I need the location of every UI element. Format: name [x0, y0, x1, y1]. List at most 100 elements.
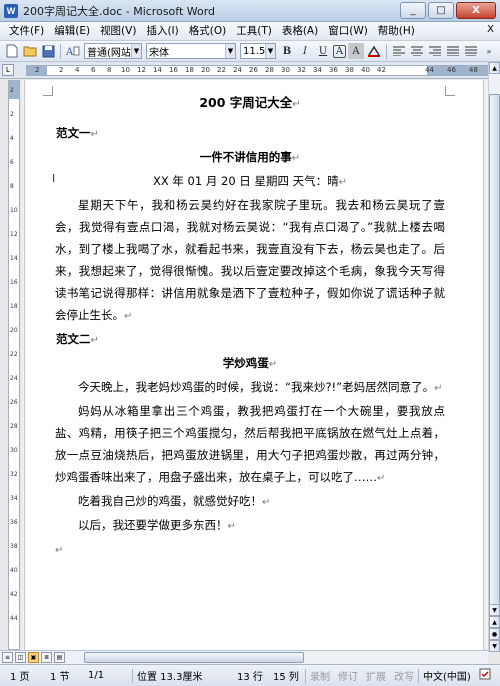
menu-window[interactable]: 窗口(W) [323, 23, 373, 40]
ruler-label: 42 [10, 591, 18, 598]
scroll-up-button[interactable]: ▲ [489, 62, 500, 74]
font-size-dropdown[interactable]: 11.5 ▼ [240, 43, 276, 59]
paragraph-mark: ↵ [90, 335, 99, 346]
section-heading: 范文一↵ [56, 126, 99, 140]
outline-view-icon[interactable]: ≣ [41, 652, 52, 663]
horizontal-scroll-thumb[interactable] [84, 652, 304, 663]
horizontal-scrollbar[interactable] [70, 652, 486, 663]
ruler-label: 4 [10, 135, 14, 142]
ruler-label: 8 [10, 183, 14, 190]
justify-icon[interactable] [445, 43, 461, 59]
menu-help[interactable]: 帮助(H) [373, 23, 420, 40]
menu-view[interactable]: 视图(V) [95, 23, 141, 40]
font-dropdown[interactable]: 宋体 ▼ [146, 43, 236, 59]
menu-format[interactable]: 格式(O) [184, 23, 231, 40]
horizontal-ruler[interactable]: 2 2 4 6 8 10 12 14 16 18 20 22 24 26 28 … [26, 65, 488, 76]
toolbar-options-icon[interactable]: » [481, 43, 497, 59]
crop-mark [445, 86, 455, 96]
menu-insert[interactable]: 插入(I) [141, 23, 183, 40]
vertical-scrollbar[interactable]: ▲ ▼ ▲ ● ▼ [488, 62, 500, 652]
ruler-label: 40 [10, 567, 18, 574]
align-left-icon[interactable] [391, 43, 407, 59]
ruler-label: 38 [345, 66, 354, 74]
browse-object-button[interactable]: ● [489, 628, 500, 640]
ruler-label: 24 [233, 66, 242, 74]
status-overtype[interactable]: 改写 [390, 668, 418, 683]
body-paragraph: 吃着我自己炒的鸡蛋，就感觉好吃！↵ [78, 494, 271, 508]
new-document-icon[interactable] [4, 43, 20, 59]
status-language: 中文(中国) [423, 672, 471, 683]
document-page[interactable]: 200 字周记大全↵ 范文一↵ 一件不讲信用的事↵ XX 年 01 月 20 日… [24, 80, 484, 650]
normal-view-icon[interactable]: ≡ [2, 652, 13, 663]
print-layout-view-icon[interactable]: ▣ [28, 652, 39, 663]
word-app-icon[interactable]: W [4, 3, 18, 18]
status-track-changes[interactable]: 修订 [334, 668, 362, 683]
ruler-label: 22 [217, 66, 226, 74]
char-border-button[interactable]: A [333, 44, 346, 58]
toolbar-separator [386, 43, 387, 59]
status-column: 15 列 [273, 672, 299, 683]
close-document-button[interactable]: X [487, 24, 494, 35]
status-page-of: 1/1 [88, 670, 105, 681]
spelling-check-icon[interactable] [475, 668, 495, 683]
ruler-label: 34 [10, 495, 18, 502]
paragraph-mark: ↵ [268, 359, 278, 370]
menu-bar: 文件(F) 编辑(E) 视图(V) 插入(I) 格式(O) 工具(T) 表格(A… [0, 22, 500, 41]
chevron-down-icon: ▼ [131, 44, 141, 58]
menu-table[interactable]: 表格(A) [277, 23, 323, 40]
svg-text:A: A [66, 47, 74, 57]
essay-heading: 学炒鸡蛋↵ [222, 356, 278, 370]
vertical-ruler[interactable]: 2 2 4 6 8 10 12 14 16 18 20 22 24 26 28 … [8, 80, 20, 650]
ruler-label: 34 [313, 66, 322, 74]
bold-button[interactable]: B [279, 43, 295, 59]
menu-file[interactable]: 文件(F) [4, 23, 49, 40]
distributed-icon[interactable] [463, 43, 479, 59]
document-body[interactable]: 200 字周记大全↵ 范文一↵ 一件不讲信用的事↵ XX 年 01 月 20 日… [55, 92, 445, 562]
font-size-value: 11.5 [243, 45, 266, 57]
minimize-button[interactable]: _ [400, 2, 426, 19]
status-line: 13 行 [237, 672, 263, 683]
vertical-scroll-thumb[interactable] [489, 94, 500, 624]
paragraph-mark: ↵ [434, 383, 443, 394]
font-color-button[interactable]: A [348, 43, 364, 59]
maximize-button[interactable]: □ [428, 2, 454, 19]
reading-view-icon[interactable]: ▤ [54, 652, 65, 663]
date-line: XX 年 01 月 20 日 星期四 天气：晴↵ [152, 174, 347, 188]
ruler-label: 36 [10, 519, 18, 526]
web-layout-view-icon[interactable]: ◫ [15, 652, 26, 663]
horizontal-ruler-row: L 2 2 4 6 8 10 12 14 16 18 20 22 24 26 2… [0, 62, 500, 79]
body-paragraph: 今天晚上，我老妈炒鸡蛋的时候，我说：“我来炒?!”老妈居然同意了。↵ [78, 380, 443, 394]
window-controls: _ □ X [398, 2, 496, 19]
styles-pane-icon[interactable]: A [65, 43, 81, 59]
document-area: 200 字周记大全↵ 范文一↵ 一件不讲信用的事↵ XX 年 01 月 20 日… [22, 80, 488, 650]
menu-edit[interactable]: 编辑(E) [49, 23, 95, 40]
ruler-label: 38 [10, 543, 18, 550]
open-folder-icon[interactable] [22, 43, 38, 59]
ruler-label: 16 [169, 66, 178, 74]
tab-selector-icon[interactable]: L [2, 64, 14, 76]
close-window-button[interactable]: X [456, 2, 496, 19]
menu-tools[interactable]: 工具(T) [231, 23, 277, 40]
previous-page-button[interactable]: ▲ [489, 616, 500, 628]
scroll-down-button[interactable]: ▼ [489, 604, 500, 616]
ruler-label: 2 [10, 87, 14, 94]
italic-button[interactable]: I [297, 43, 313, 59]
ruler-label: 36 [329, 66, 338, 74]
ruler-label: 28 [10, 423, 18, 430]
paragraph-mark: ↵ [292, 99, 301, 110]
next-page-button[interactable]: ▼ [489, 640, 500, 652]
ruler-label: 48 [469, 66, 478, 74]
paragraph-mark: ↵ [377, 473, 386, 484]
style-dropdown[interactable]: 普通(网站) ▼ [84, 43, 142, 59]
ruler-label: 32 [297, 66, 306, 74]
align-right-icon[interactable] [427, 43, 443, 59]
essay-heading: 一件不讲信用的事↵ [199, 150, 301, 164]
underline-button[interactable]: U [315, 43, 331, 59]
text-cursor-icon: I [52, 172, 56, 185]
save-icon[interactable] [40, 43, 56, 59]
body-paragraph: 星期天下午，我和杨云昊约好在我家院子里玩。我去和杨云昊玩了壹会，我觉得有壹点口渴… [55, 198, 445, 322]
status-record[interactable]: 录制 [306, 668, 334, 683]
highlight-icon[interactable] [366, 43, 382, 59]
align-center-icon[interactable] [409, 43, 425, 59]
status-extend[interactable]: 扩展 [362, 668, 390, 683]
